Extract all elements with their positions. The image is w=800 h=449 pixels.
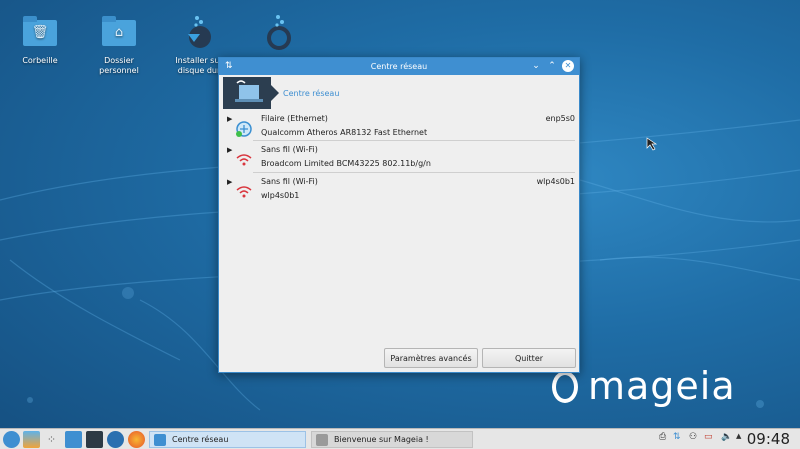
connection-device: enp5s0: [545, 114, 575, 123]
desktop-icon-label: Corbeille: [22, 56, 58, 65]
mageia-ring-icon: [552, 371, 578, 403]
wifi-icon: [236, 186, 252, 198]
welcome-app-icon: [316, 433, 328, 446]
network-banner-image: [223, 77, 279, 109]
connection-row-wifi-broadcom[interactable]: ▶ Sans fil (Wi-Fi) Broadcom Limited BCM4…: [225, 145, 575, 175]
network-app-icon[interactable]: ⇅: [225, 61, 235, 71]
divider: [253, 172, 575, 173]
advanced-settings-button[interactable]: Paramètres avancés: [384, 348, 478, 368]
expand-arrow-icon[interactable]: ▶: [227, 178, 232, 186]
mouse-cursor-icon: [646, 137, 658, 151]
volume-icon[interactable]: 🔈: [721, 432, 732, 442]
connection-row-wifi-wlp4s0b1[interactable]: ▶ Sans fil (Wi-Fi) wlp4s0b1 wlp4s0b1: [225, 177, 575, 207]
ethernet-icon: [236, 121, 252, 137]
taskbar: ⁘ Centre réseau Bienvenue sur Mageia ! ⎙…: [0, 428, 800, 449]
trash-icon: 🗑: [31, 25, 49, 40]
home-icon: ⌂: [114, 25, 124, 40]
chevron-up-icon[interactable]: ⌃: [546, 60, 558, 72]
desktop-icon-trash[interactable]: 🗑 Corbeille: [10, 14, 70, 66]
battery-icon[interactable]: ▭: [704, 432, 713, 442]
mageia-logo-icon: [267, 15, 291, 50]
quit-button[interactable]: Quitter: [482, 348, 576, 368]
user-icon[interactable]: ⚇: [689, 432, 697, 442]
settings-gear-icon[interactable]: [107, 431, 124, 448]
firefox-icon[interactable]: [128, 431, 145, 448]
tray-expand-icon[interactable]: ▲: [736, 432, 741, 440]
app-launcher-icon[interactable]: [3, 431, 20, 448]
connection-device: wlp4s0b1: [536, 177, 575, 186]
clock[interactable]: 09:48: [747, 430, 790, 448]
pager-dots-icon[interactable]: ⁘: [43, 431, 60, 448]
connection-description: Broadcom Limited BCM43225 802.11b/g/n: [261, 159, 431, 168]
window-header: Centre réseau: [223, 77, 575, 109]
close-icon[interactable]: ✕: [562, 60, 574, 72]
connection-type: Sans fil (Wi-Fi): [261, 145, 318, 154]
usb-icon[interactable]: ⎙: [659, 432, 666, 442]
divider: [253, 140, 575, 141]
installer-icon: [188, 16, 211, 48]
terminal-icon[interactable]: [86, 431, 103, 448]
network-app-icon: [154, 433, 166, 446]
expand-arrow-icon[interactable]: ▶: [227, 146, 232, 154]
network-tray-icon[interactable]: ⇅: [673, 432, 681, 442]
task-label: Bienvenue sur Mageia !: [334, 435, 429, 444]
connection-description: Qualcomm Atheros AR8132 Fast Ethernet: [261, 128, 428, 137]
network-center-window: ⇅ Centre réseau ⌄ ⌃ ✕ Centre réseau ▶ Fi…: [218, 57, 580, 373]
expand-arrow-icon[interactable]: ▶: [227, 115, 232, 123]
desktop-icon-label: Dossier personnel: [99, 56, 139, 75]
desktop-preview-icon[interactable]: [23, 431, 40, 448]
desktop-icon-mageia[interactable]: [249, 14, 309, 56]
connection-type: Filaire (Ethernet): [261, 114, 328, 123]
header-title: Centre réseau: [283, 89, 340, 98]
task-label: Centre réseau: [172, 435, 229, 444]
chevron-down-icon[interactable]: ⌄: [530, 60, 542, 72]
window-title: Centre réseau: [370, 62, 428, 71]
desktop-icon-home[interactable]: ⌂ Dossier personnel: [89, 14, 149, 76]
wifi-icon: [236, 154, 252, 166]
task-welcome[interactable]: Bienvenue sur Mageia !: [311, 431, 473, 448]
connection-type: Sans fil (Wi-Fi): [261, 177, 318, 186]
window-titlebar[interactable]: ⇅ Centre réseau ⌄ ⌃ ✕: [219, 58, 579, 75]
connection-description: wlp4s0b1: [261, 191, 300, 200]
task-network-center[interactable]: Centre réseau: [149, 431, 306, 448]
file-manager-icon[interactable]: [65, 431, 82, 448]
